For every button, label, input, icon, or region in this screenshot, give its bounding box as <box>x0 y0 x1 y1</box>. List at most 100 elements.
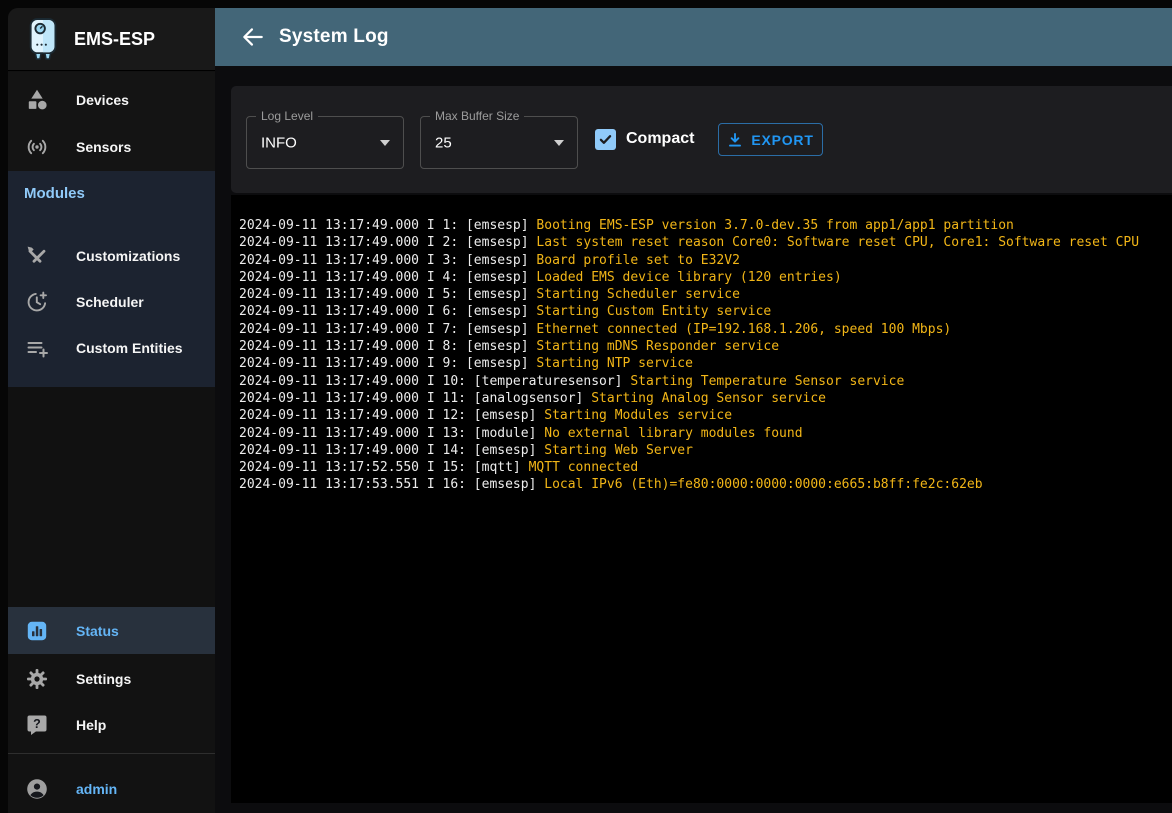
log-line-message: MQTT connected <box>529 460 639 475</box>
sidebar-item-label: Scheduler <box>76 294 144 310</box>
sidebar-item-label: Sensors <box>76 139 131 155</box>
log-line-message: Starting mDNS Responder service <box>536 339 779 354</box>
boiler-logo-icon <box>24 16 62 62</box>
log-line: 2024-09-11 13:17:49.000 I 1: [emsesp] Bo… <box>239 217 1172 234</box>
export-label: EXPORT <box>751 132 813 148</box>
sidebar-divider <box>8 753 215 754</box>
log-line-prefix: 2024-09-11 13:17:49.000 I 6: [emsesp] <box>239 304 536 319</box>
log-line: 2024-09-11 13:17:49.000 I 6: [emsesp] St… <box>239 303 1172 320</box>
log-line: 2024-09-11 13:17:49.000 I 8: [emsesp] St… <box>239 338 1172 355</box>
sidebar-item-settings[interactable]: Settings <box>8 655 215 702</box>
log-line: 2024-09-11 13:17:49.000 I 12: [emsesp] S… <box>239 407 1172 424</box>
app-bar: System Log <box>215 8 1172 66</box>
account-circle-icon <box>25 777 49 801</box>
sensors-icon <box>25 135 49 159</box>
sidebar-item-label: Custom Entities <box>76 340 183 356</box>
max-buffer-size-select[interactable]: Max Buffer Size 25 <box>420 116 578 169</box>
gear-icon <box>25 667 49 691</box>
sidebar-item-custom-entities[interactable]: Custom Entities <box>8 324 215 371</box>
log-line-message: Starting Modules service <box>544 408 732 423</box>
sidebar-section-main: Devices Sensors <box>8 72 215 171</box>
log-line-prefix: 2024-09-11 13:17:53.551 I 16: [emsesp] <box>239 477 544 492</box>
sidebar-spacer <box>8 387 215 607</box>
log-level-label: Log Level <box>256 109 318 123</box>
playlist-add-icon <box>25 336 49 360</box>
category-icon <box>25 88 49 112</box>
log-line-prefix: 2024-09-11 13:17:49.000 I 2: [emsesp] <box>239 235 536 250</box>
chevron-down-icon <box>554 140 564 146</box>
log-line: 2024-09-11 13:17:53.551 I 16: [emsesp] L… <box>239 476 1172 493</box>
compact-label[interactable]: Compact <box>626 130 694 148</box>
back-button[interactable] <box>240 24 266 50</box>
sidebar-item-devices[interactable]: Devices <box>8 76 215 123</box>
log-line: 2024-09-11 13:17:49.000 I 9: [emsesp] St… <box>239 355 1172 372</box>
sidebar-user-admin[interactable]: admin <box>8 765 215 812</box>
sidebar-item-help[interactable]: ? Help <box>8 701 215 748</box>
sidebar-item-status[interactable]: Status <box>8 607 215 654</box>
log-line-message: Starting Temperature Sensor service <box>630 374 904 389</box>
log-line: 2024-09-11 13:17:49.000 I 3: [emsesp] Bo… <box>239 252 1172 269</box>
sidebar-item-label: Settings <box>76 671 131 687</box>
log-line: 2024-09-11 13:17:49.000 I 10: [temperatu… <box>239 373 1172 390</box>
log-line-prefix: 2024-09-11 13:17:49.000 I 3: [emsesp] <box>239 253 536 268</box>
log-line-message: Ethernet connected (IP=192.168.1.206, sp… <box>536 322 951 337</box>
download-icon <box>727 132 743 148</box>
log-line: 2024-09-11 13:17:49.000 I 5: [emsesp] St… <box>239 286 1172 303</box>
log-line-message: Starting Analog Sensor service <box>591 391 826 406</box>
log-line-message: Starting Web Server <box>544 443 693 458</box>
log-line-message: Local IPv6 (Eth)=fe80:0000:0000:0000:e66… <box>544 477 982 492</box>
tools-icon <box>25 244 49 268</box>
log-line-prefix: 2024-09-11 13:17:49.000 I 13: [module] <box>239 426 544 441</box>
bar-chart-icon <box>25 619 49 643</box>
log-line-message: Last system reset reason Core0: Software… <box>536 235 1139 250</box>
svg-text:?: ? <box>33 716 41 730</box>
sidebar-user-label: admin <box>76 781 117 797</box>
sidebar-item-label: Customizations <box>76 248 180 264</box>
page-title: System Log <box>279 26 389 48</box>
log-line-prefix: 2024-09-11 13:17:49.000 I 7: [emsesp] <box>239 322 536 337</box>
log-line-prefix: 2024-09-11 13:17:49.000 I 11: [analogsen… <box>239 391 591 406</box>
log-line-prefix: 2024-09-11 13:17:49.000 I 5: [emsesp] <box>239 287 536 302</box>
log-line: 2024-09-11 13:17:49.000 I 2: [emsesp] La… <box>239 234 1172 251</box>
compact-checkbox[interactable] <box>595 129 616 150</box>
sidebar-item-label: Help <box>76 717 106 733</box>
log-line: 2024-09-11 13:17:49.000 I 11: [analogsen… <box>239 390 1172 407</box>
log-line-message: Starting NTP service <box>536 356 693 371</box>
sidebar-brand: EMS-ESP <box>8 8 215 71</box>
log-line-prefix: 2024-09-11 13:17:49.000 I 1: [emsesp] <box>239 218 536 233</box>
main-content: Log Level INFO Max Buffer Size 25 Compac… <box>215 66 1172 813</box>
log-level-value: INFO <box>261 134 297 151</box>
log-line-prefix: 2024-09-11 13:17:52.550 I 15: [mqtt] <box>239 460 529 475</box>
max-buffer-size-label: Max Buffer Size <box>430 109 524 123</box>
help-bubble-icon: ? <box>25 713 49 737</box>
sidebar-section-modules: Modules Customizations Scheduler C <box>8 171 215 387</box>
log-line: 2024-09-11 13:17:52.550 I 15: [mqtt] MQT… <box>239 459 1172 476</box>
sidebar-item-scheduler[interactable]: Scheduler <box>8 278 215 325</box>
log-line-prefix: 2024-09-11 13:17:49.000 I 4: [emsesp] <box>239 270 536 285</box>
log-line-message: Starting Custom Entity service <box>536 304 771 319</box>
log-line-message: Booting EMS-ESP version 3.7.0-dev.35 fro… <box>536 218 1013 233</box>
log-line: 2024-09-11 13:17:49.000 I 13: [module] N… <box>239 425 1172 442</box>
export-button[interactable]: EXPORT <box>718 123 823 156</box>
log-output[interactable]: 2024-09-11 13:17:49.000 I 1: [emsesp] Bo… <box>231 195 1172 803</box>
log-line: 2024-09-11 13:17:49.000 I 7: [emsesp] Et… <box>239 321 1172 338</box>
log-level-select[interactable]: Log Level INFO <box>246 116 404 169</box>
sidebar-item-label: Status <box>76 623 119 639</box>
log-line-prefix: 2024-09-11 13:17:49.000 I 8: [emsesp] <box>239 339 536 354</box>
log-line-prefix: 2024-09-11 13:17:49.000 I 9: [emsesp] <box>239 356 536 371</box>
log-line: 2024-09-11 13:17:49.000 I 14: [emsesp] S… <box>239 442 1172 459</box>
sidebar-section-bottom: Status Settings ? Help <box>8 607 215 813</box>
brand-title: EMS-ESP <box>74 29 155 50</box>
log-line-prefix: 2024-09-11 13:17:49.000 I 12: [emsesp] <box>239 408 544 423</box>
sidebar-item-sensors[interactable]: Sensors <box>8 123 215 170</box>
sidebar-item-customizations[interactable]: Customizations <box>8 232 215 279</box>
log-line-message: No external library modules found <box>544 426 802 441</box>
modules-section-header: Modules <box>24 185 85 202</box>
max-buffer-size-value: 25 <box>435 134 452 151</box>
log-line-prefix: 2024-09-11 13:17:49.000 I 14: [emsesp] <box>239 443 544 458</box>
log-line: 2024-09-11 13:17:49.000 I 4: [emsesp] Lo… <box>239 269 1172 286</box>
log-line-prefix: 2024-09-11 13:17:49.000 I 10: [temperatu… <box>239 374 630 389</box>
sidebar: EMS-ESP Devices Sensors Modules <box>8 8 215 813</box>
log-line-message: Board profile set to E32V2 <box>536 253 740 268</box>
chevron-down-icon <box>380 140 390 146</box>
